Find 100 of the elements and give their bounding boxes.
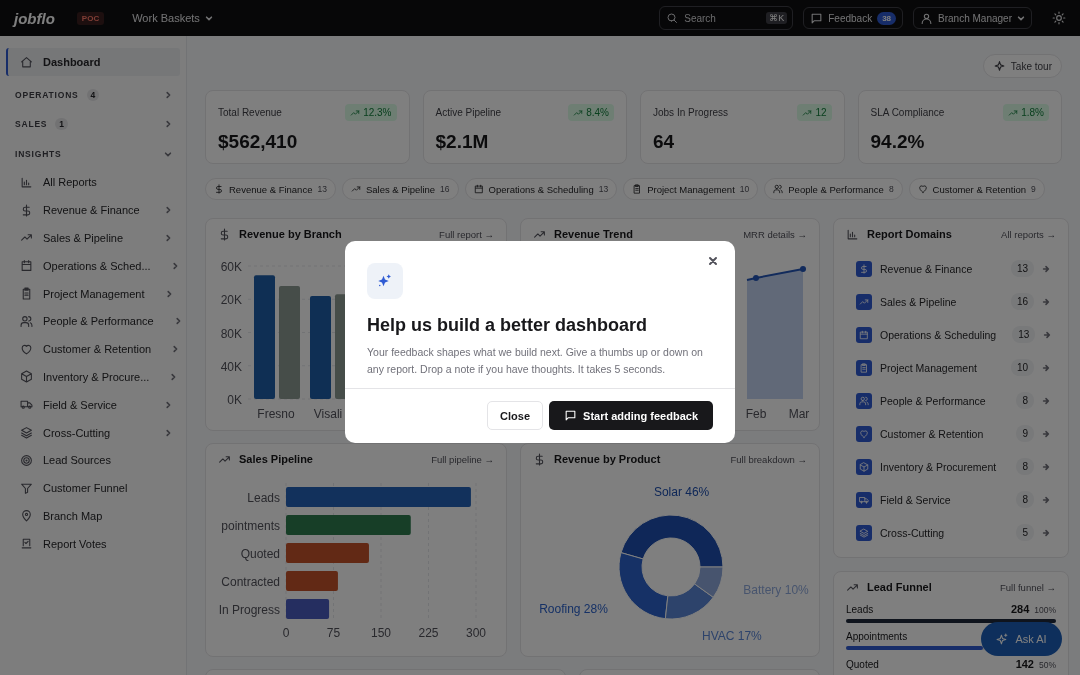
- sidebar-item[interactable]: Operations & Sched...: [6, 251, 180, 280]
- clipboard-icon: [20, 287, 33, 301]
- bar-chart-icon: [846, 227, 859, 241]
- sidebar-item[interactable]: Field & Service: [6, 390, 180, 419]
- sun-icon[interactable]: [1052, 11, 1066, 25]
- domain-chip[interactable]: Project Management 10: [623, 178, 759, 200]
- domain-item[interactable]: Customer & Retention 9: [846, 417, 1056, 450]
- people-icon: [20, 314, 33, 328]
- domain-item[interactable]: Field & Service 8: [846, 483, 1056, 516]
- truck-icon: [20, 398, 33, 412]
- sparkle-icon: [367, 263, 403, 299]
- ballot-icon: [20, 537, 33, 551]
- user-icon: [920, 11, 934, 25]
- close-icon[interactable]: [708, 256, 718, 266]
- box-icon: [856, 458, 872, 475]
- start-feedback-button[interactable]: Start adding feedback: [549, 401, 713, 430]
- sidebar-item[interactable]: All Reports: [6, 168, 180, 197]
- sparkle-icon: [996, 632, 1010, 646]
- delta-badge: 8.4%: [568, 104, 614, 121]
- arrow-right-icon: [1042, 396, 1050, 405]
- workspace-dropdown[interactable]: Work Baskets: [126, 11, 219, 25]
- arrow-right-icon: [1043, 330, 1052, 339]
- funnel-value: 142: [1015, 658, 1034, 670]
- card-link[interactable]: Full report →: [439, 228, 494, 240]
- dollar-icon: [533, 452, 546, 466]
- chat-icon: [564, 409, 578, 422]
- domain-item[interactable]: Inventory & Procurement 8: [846, 450, 1056, 483]
- card-title: Lead Funnel: [867, 581, 932, 593]
- axis-label: 80K: [220, 326, 242, 341]
- domain-item[interactable]: Operations & Scheduling 13: [846, 318, 1056, 351]
- user-menu[interactable]: Branch Manager: [913, 7, 1032, 29]
- axis-label: 20K: [220, 293, 242, 308]
- kpi-value: $562,410: [218, 131, 299, 153]
- calendar-icon: [473, 184, 484, 194]
- sidebar-item[interactable]: Cross-Cutting: [6, 418, 180, 447]
- domain-chip[interactable]: Revenue & Finance 13: [205, 178, 336, 200]
- count-badge: 8: [1016, 458, 1034, 475]
- heart-icon: [20, 342, 33, 356]
- close-button[interactable]: Close: [487, 401, 544, 430]
- axis-label: Quoted: [240, 547, 280, 561]
- domain-item[interactable]: Sales & Pipeline 16: [846, 285, 1056, 318]
- people-icon: [773, 184, 784, 194]
- domain-item[interactable]: People & Performance 8: [846, 384, 1056, 417]
- domain-item[interactable]: Project Management 10: [846, 351, 1056, 384]
- card-link[interactable]: Full pipeline →: [431, 453, 494, 465]
- domain-chip[interactable]: Sales & Pipeline 16: [341, 178, 459, 200]
- card-link[interactable]: Full breakdown →: [730, 453, 807, 465]
- take-tour-button[interactable]: Take tour: [982, 54, 1062, 78]
- domain-item[interactable]: Revenue & Finance 13: [846, 252, 1056, 285]
- domain-label: Revenue & Finance: [880, 262, 973, 275]
- ask-ai-button[interactable]: Ask AI: [981, 622, 1062, 656]
- calendar-icon: [856, 326, 872, 343]
- axis-label: 300: [466, 626, 486, 640]
- sidebar-item[interactable]: Dashboard: [6, 48, 180, 76]
- funnel-percent: 100%: [1034, 605, 1056, 615]
- arrow-right-icon: [1042, 462, 1050, 471]
- trend-icon: [856, 293, 872, 310]
- count-badge: 10: [1010, 359, 1034, 376]
- sidebar-item[interactable]: Customer & Retention: [6, 335, 180, 364]
- sidebar-item[interactable]: Sales & Pipeline: [6, 224, 180, 252]
- funnel-icon: [20, 481, 33, 495]
- section-header[interactable]: OPERATIONS 4: [6, 80, 180, 110]
- logo[interactable]: jobflo: [14, 9, 55, 27]
- section-header[interactable]: SALES 1: [6, 109, 180, 139]
- chevron-right-icon: [170, 261, 179, 270]
- card-link[interactable]: Full funnel →: [1000, 581, 1056, 593]
- kpi-label: Total Revenue: [218, 107, 283, 118]
- domain-item[interactable]: Cross-Cutting 5: [846, 516, 1056, 549]
- domain-chip[interactable]: Customer & Retention 9: [908, 178, 1045, 200]
- sidebar-item[interactable]: Inventory & Procure...: [6, 363, 180, 391]
- domain-label: Sales & Pipeline: [880, 295, 957, 308]
- domain-label: Operations & Scheduling: [880, 328, 997, 341]
- sidebar-item[interactable]: Revenue & Finance: [6, 196, 180, 225]
- sidebar-item[interactable]: Report Votes: [6, 529, 180, 558]
- sidebar-item[interactable]: Branch Map: [6, 502, 180, 530]
- axis-label: Fresno: [257, 407, 295, 421]
- count-badge: 13: [1012, 326, 1036, 343]
- chevron-right-icon: [164, 428, 172, 437]
- card-link[interactable]: All reports →: [1001, 228, 1056, 240]
- axis-label: 60K: [220, 260, 242, 274]
- sidebar-item[interactable]: Lead Sources: [6, 446, 180, 475]
- bar-chart-icon: [20, 175, 33, 189]
- section-header[interactable]: INSIGHTS: [6, 139, 180, 169]
- chevron-right-icon: [164, 90, 172, 99]
- chevron-right-icon: [164, 234, 172, 242]
- dialog-text: Your feedback shapes what we build next. Give a thumbs up or down on any report. Drop a note if you have thoughts. It takes 5 seconds.: [345, 344, 735, 389]
- trend-icon: [350, 184, 361, 194]
- sidebar-item[interactable]: People & Performance: [6, 307, 180, 336]
- domain-label: Cross-Cutting: [880, 526, 945, 539]
- slice-label: Roofing 28%: [539, 602, 608, 617]
- domain-chip[interactable]: People & Performance 8: [764, 178, 903, 200]
- sidebar-item[interactable]: Customer Funnel: [6, 474, 180, 503]
- arrow-right-icon: [1042, 528, 1050, 537]
- card-link[interactable]: MRR details →: [743, 228, 807, 240]
- kpi-label: Active Pipeline: [435, 107, 503, 118]
- card-title: Sales Pipeline: [239, 453, 313, 465]
- sidebar-item[interactable]: Project Management: [6, 279, 180, 308]
- feedback-button[interactable]: Feedback 38: [803, 7, 904, 29]
- domain-chip[interactable]: Operations & Scheduling 13: [464, 178, 618, 200]
- domain-label: Project Management: [880, 361, 977, 374]
